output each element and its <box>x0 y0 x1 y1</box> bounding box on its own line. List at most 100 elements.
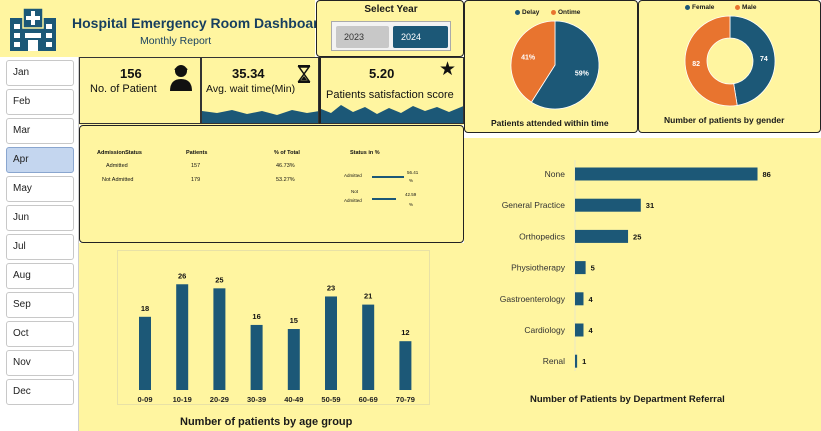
dept-category-label: Cardiology <box>524 325 565 335</box>
dept-bar-value: 86 <box>763 170 771 179</box>
kpi-wait-value: 35.34 <box>232 66 265 81</box>
attended-within-time-panel: Delay Ontime 59% 41% Patients attended wi… <box>464 0 638 133</box>
kpi-strip: 156 No. of Patient 35.34 Avg. wait time(… <box>79 57 464 125</box>
dept-category-label: Gastroenterology <box>500 294 566 304</box>
kpi-satisfaction-value: 5.20 <box>369 66 395 81</box>
age-bar-value: 12 <box>401 328 409 337</box>
legend-label: Male <box>742 4 757 11</box>
gender-donut-chart: 74 82 <box>684 15 776 107</box>
month-option-jun[interactable]: Jun <box>6 205 74 231</box>
month-option-mar[interactable]: Mar <box>6 118 74 144</box>
dept-category-label: Physiotherapy <box>511 263 566 273</box>
mini-label-admitted: Admitted <box>344 173 362 178</box>
month-option-sep[interactable]: Sep <box>6 292 74 318</box>
month-option-may[interactable]: May <box>6 176 74 202</box>
dept-category-label: None <box>545 169 566 179</box>
attended-pie-chart: 59% 41% <box>510 20 600 110</box>
attended-slice-label: 41% <box>521 55 536 62</box>
mini-value-not-pct: % <box>409 202 414 207</box>
mini-label-not: Not <box>351 189 359 194</box>
legend-female: Female <box>685 4 714 11</box>
adm-row-patients: 179 <box>191 177 201 183</box>
kpi-wait-label: Avg. wait time(Min) <box>206 83 296 95</box>
adm-header-patients: Patients <box>186 150 208 156</box>
legend-swatch-female <box>685 4 690 10</box>
dept-chart-title: Number of Patients by Department Referra… <box>530 394 725 405</box>
age-bar <box>213 288 226 390</box>
hospital-icon <box>10 7 56 51</box>
kpi-patients-label: No. of Patient <box>90 83 157 95</box>
age-bar <box>399 341 412 390</box>
dept-bar-value: 5 <box>591 264 595 273</box>
month-option-jan[interactable]: Jan <box>6 60 74 86</box>
dept-bar-value: 31 <box>646 201 654 210</box>
age-tick-label: 0-09 <box>137 395 152 404</box>
legend-swatch-delay <box>515 9 520 15</box>
year-option-2023[interactable]: 2023 <box>336 26 389 48</box>
dept-bar <box>575 167 758 181</box>
attended-pie-title: Patients attended within time <box>491 118 609 128</box>
star-icon: ★ <box>439 59 457 80</box>
age-tick-label: 30-39 <box>247 395 266 404</box>
age-tick-label: 20-29 <box>210 395 229 404</box>
month-option-jul[interactable]: Jul <box>6 234 74 260</box>
age-tick-label: 60-69 <box>359 395 378 404</box>
satisfaction-sparkline <box>321 105 463 123</box>
dept-bar <box>575 261 586 275</box>
gender-donut-title: Number of patients by gender <box>664 115 785 125</box>
legend-swatch-ontime <box>551 9 556 15</box>
legend-male: Male <box>735 4 756 11</box>
adm-row-patients: 157 <box>191 163 201 169</box>
age-tick-label: 70-79 <box>396 395 415 404</box>
age-bar-value: 23 <box>327 283 335 292</box>
dept-category-label: Orthopedics <box>519 231 565 241</box>
legend-ontime: Ontime <box>551 9 580 16</box>
kpi-patients: 156 No. of Patient <box>79 57 201 124</box>
dashboard-header: Hospital Emergency Room Dashboard Monthl… <box>0 0 327 57</box>
age-bar-value: 25 <box>215 275 223 284</box>
adm-header-pct: % of Total <box>274 150 300 156</box>
adm-header-status: AdmissionStatus <box>97 150 142 156</box>
gender-slice-label: 82 <box>692 61 700 68</box>
month-option-apr[interactable]: Apr <box>6 147 74 173</box>
age-bar-value: 15 <box>290 316 298 325</box>
age-bar <box>362 304 375 390</box>
age-bar <box>250 324 263 390</box>
age-group-bar-chart: 18 0-09 26 10-19 25 20-29 16 30-39 15 40-49 23 50-5… <box>117 250 430 405</box>
hourglass-icon <box>297 65 311 83</box>
adm-row-status: Admitted <box>106 163 128 169</box>
mini-value-admitted-pct: % <box>409 178 414 183</box>
adm-row-pct: 53.27% <box>276 177 295 183</box>
age-bar-value: 16 <box>252 312 260 321</box>
mini-bar-not-admitted <box>372 198 396 200</box>
mini-label-not-admitted: Admitted <box>344 198 362 203</box>
month-option-aug[interactable]: Aug <box>6 263 74 289</box>
kpi-wait-time: 35.34 Avg. wait time(Min) <box>201 57 319 124</box>
year-option-2024[interactable]: 2024 <box>393 26 448 48</box>
age-chart-title: Number of patients by age group <box>180 416 353 428</box>
age-bar <box>287 329 300 390</box>
month-option-feb[interactable]: Feb <box>6 89 74 115</box>
dept-bar <box>575 323 584 337</box>
legend-swatch-male <box>735 4 740 10</box>
age-tick-label: 10-19 <box>173 395 192 404</box>
month-option-dec[interactable]: Dec <box>6 379 74 405</box>
admission-status-panel: AdmissionStatus Patients % of Total Stat… <box>79 125 464 243</box>
mini-value-not: 42.59 <box>405 192 417 197</box>
legend-delay: Delay <box>515 9 539 16</box>
kpi-patients-value: 156 <box>120 66 142 81</box>
age-tick-label: 50-59 <box>321 395 340 404</box>
dept-bar-value: 25 <box>633 232 641 241</box>
age-bar-value: 18 <box>141 304 149 313</box>
adm-row-status: Not Admitted <box>102 177 134 183</box>
dept-category-label: Renal <box>543 356 565 366</box>
age-bar <box>176 284 189 390</box>
gender-slice-label: 74 <box>760 56 768 63</box>
page-subtitle: Monthly Report <box>140 35 212 47</box>
mini-value-admitted: 56.41 <box>407 170 419 175</box>
month-option-oct[interactable]: Oct <box>6 321 74 347</box>
dept-bar <box>575 354 578 368</box>
month-option-nov[interactable]: Nov <box>6 350 74 376</box>
age-bar-value: 26 <box>178 271 186 280</box>
year-slicer: 2023 2024 <box>331 21 451 51</box>
